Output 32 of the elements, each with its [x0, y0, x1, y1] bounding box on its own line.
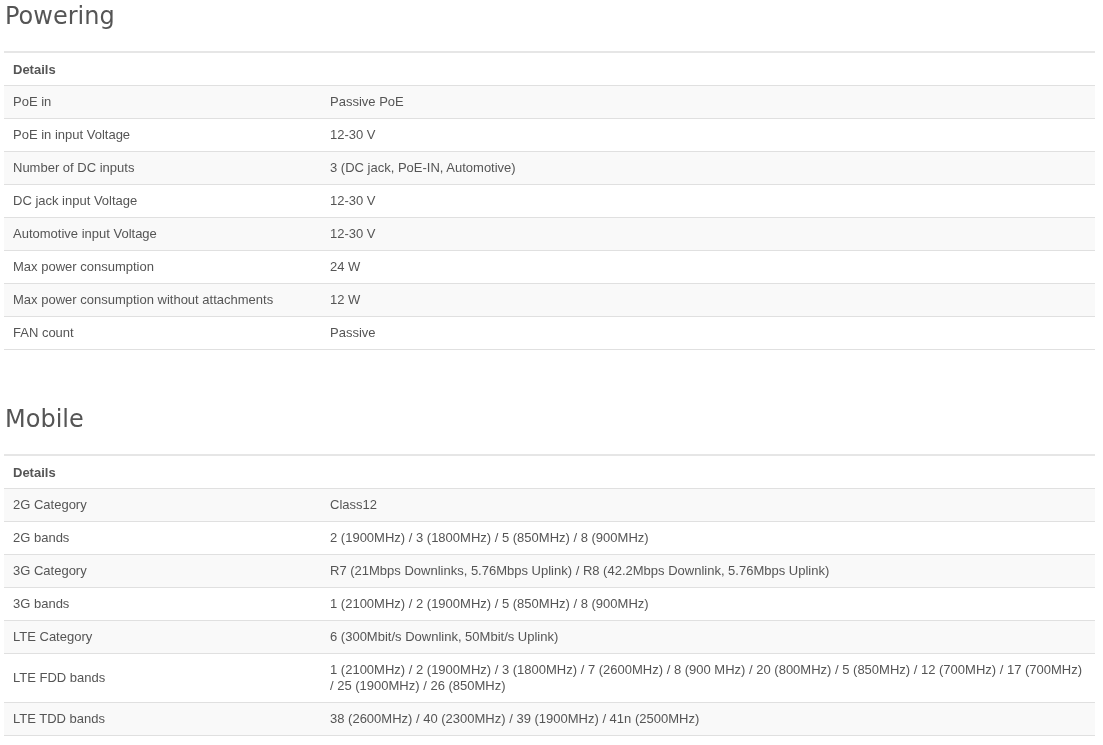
table-cell: LTE Category	[4, 620, 321, 654]
table-cell: Passive PoE	[321, 85, 1095, 119]
table-cell: 12 W	[321, 283, 1095, 317]
table-cell: Class12	[321, 488, 1095, 522]
table-cell: Passive	[321, 316, 1095, 350]
table-cell: LTE FDD bands	[4, 653, 321, 703]
table-cell: LTE TDD bands	[4, 702, 321, 736]
table-cell: 12-30 V	[321, 118, 1095, 152]
table-cell: 2 (1900MHz) / 3 (1800MHz) / 5 (850MHz) / 8 (900MHz)	[321, 521, 1095, 555]
table-cell: Automotive input Voltage	[4, 217, 321, 251]
table-cell: FAN count	[4, 316, 321, 350]
table-cell: R7 (21Mbps Downlinks, 5.76Mbps Uplink) / R8 (42.2Mbps Downlink, 5.76Mbps Uplink)	[321, 554, 1095, 588]
table-cell: Max power consumption without attachments	[4, 283, 321, 317]
table-cell: 6 (300Mbit/s Downlink, 50Mbit/s Uplink)	[321, 620, 1095, 654]
table-cell: 38 (2600MHz) / 40 (2300MHz) / 39 (1900MHz) / 41n (2500MHz)	[321, 702, 1095, 736]
section-title: Powering	[4, 1, 116, 32]
table-cell: 12-30 V	[321, 184, 1095, 218]
table-cell: 2G Category	[4, 488, 321, 522]
section-title: Mobile	[4, 404, 85, 435]
table-cell: 24 W	[321, 250, 1095, 284]
table-cell: Max power consumption	[4, 250, 321, 284]
table-cell: 1 (2100MHz) / 2 (1900MHz) / 3 (1800MHz) / 7 (2600MHz) / 8 (900 MHz) / 20 (800MHz) / 5 (850MHz) / 12 (700MHz) / 17 (700MHz) / 25 (1900MHz) / 26 (850MHz)	[321, 653, 1095, 703]
table-cell: 2G bands	[4, 521, 321, 555]
table-cell: 3 (DC jack, PoE-IN, Automotive)	[321, 151, 1095, 185]
table-cell: DC jack input Voltage	[4, 184, 321, 218]
table-cell: PoE in input Voltage	[4, 118, 321, 152]
table-cell: 1 (2100MHz) / 2 (1900MHz) / 5 (850MHz) / 8 (900MHz)	[321, 587, 1095, 621]
table-cell: Number of DC inputs	[4, 151, 321, 185]
table-cell: PoE in	[4, 85, 321, 119]
table-cell: 3G Category	[4, 554, 321, 588]
table-cell: 12-30 V	[321, 217, 1095, 251]
table-cell: 3G bands	[4, 587, 321, 621]
